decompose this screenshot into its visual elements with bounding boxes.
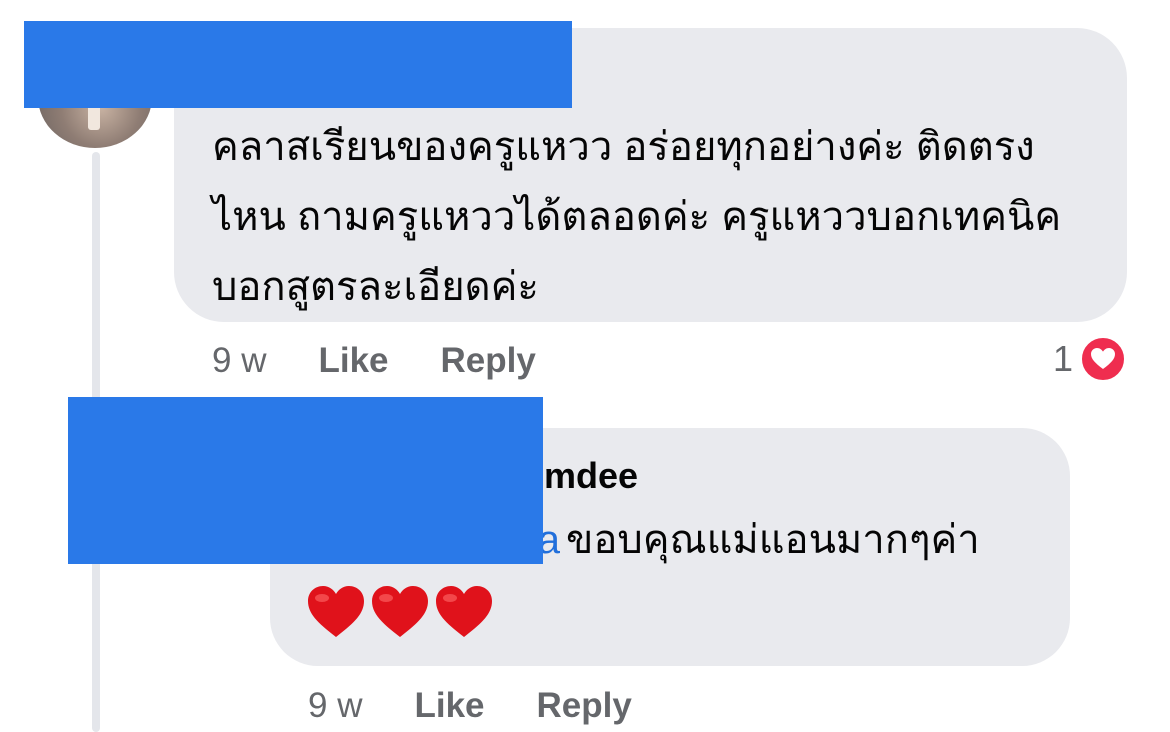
- reply-button[interactable]: Reply: [441, 341, 536, 381]
- reply-reply-button[interactable]: Reply: [537, 686, 632, 726]
- comment-actions: 9 w Like Reply: [212, 338, 588, 384]
- heart-emoji-row: [306, 584, 494, 640]
- comment-timestamp[interactable]: 9 w: [212, 341, 266, 381]
- redacted-author-name: [24, 21, 572, 108]
- like-button[interactable]: Like: [318, 341, 388, 381]
- heart-icon: [1079, 335, 1128, 383]
- reaction-summary[interactable]: 1: [1053, 333, 1128, 385]
- reply-like-button[interactable]: Like: [414, 686, 484, 726]
- reply-timestamp[interactable]: 9 w: [308, 686, 362, 726]
- reply-actions: 9 w Like Reply: [308, 684, 684, 728]
- red-heart-emoji-icon: [372, 586, 428, 637]
- reply-text: ขอบคุณแม่แอนมากๆค่า: [566, 518, 980, 562]
- red-heart-emoji-icon: [436, 586, 492, 637]
- red-heart-emoji-icon: [308, 586, 364, 637]
- comment-text: คลาสเรียนของครูแหวว อร่อยทุกอย่างค่ะ ติด…: [212, 125, 1062, 309]
- reaction-count: 1: [1053, 338, 1074, 379]
- reply-author-name[interactable]: mdee: [544, 455, 638, 497]
- redacted-reply-author: [68, 397, 543, 564]
